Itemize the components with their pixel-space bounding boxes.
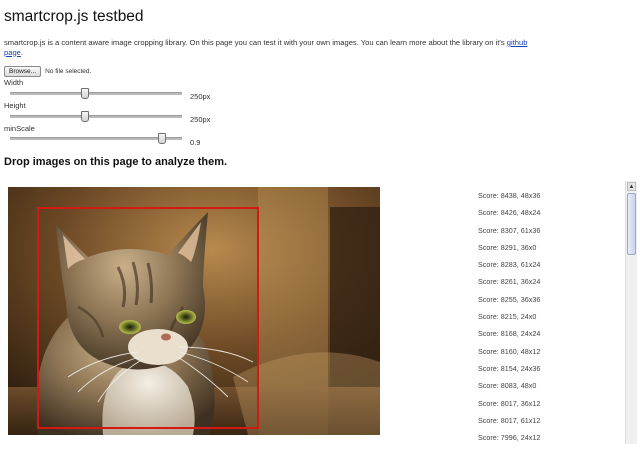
- browse-button[interactable]: Browse...: [4, 66, 42, 77]
- height-value: 250px: [190, 115, 211, 124]
- score-item: Score: 8438, 48x36: [478, 191, 541, 200]
- score-item: Score: 8255, 36x36: [478, 294, 541, 304]
- width-slider-thumb[interactable]: [81, 88, 89, 99]
- minscale-slider[interactable]: [10, 133, 182, 144]
- intro-end: .: [20, 47, 24, 57]
- score-item: Score: 8160, 48x12: [478, 346, 541, 356]
- score-list: Score: 8438, 48x36 Score: 8426, 48x24 Scor…: [478, 191, 540, 450]
- score-item: Score: 8426, 48x24: [478, 208, 541, 218]
- width-label: Width: [4, 78, 24, 87]
- file-input-row: Browse... No file selected.: [4, 66, 91, 77]
- intro-text: smartcrop.js is a content aware image cr…: [4, 38, 505, 47]
- minscale-slider-thumb[interactable]: [158, 133, 166, 144]
- file-status: No file selected.: [45, 68, 92, 75]
- score-item: Score: 8154, 24x36: [478, 363, 541, 373]
- score-item: Score: 8307, 61x36: [478, 225, 541, 235]
- score-item: Score: 8283, 61x24: [478, 260, 541, 270]
- score-item: Score: 8083, 48x0: [478, 381, 537, 391]
- minscale-label: minScale: [4, 124, 35, 133]
- width-slider[interactable]: [10, 88, 182, 99]
- height-slider-thumb[interactable]: [81, 111, 89, 122]
- score-item: Score: 8261, 36x24: [478, 277, 541, 287]
- scrollbar[interactable]: ▲: [625, 181, 637, 444]
- score-item: Score: 8168, 24x24: [478, 329, 541, 339]
- score-item: Score: 8017, 61x12: [478, 415, 541, 425]
- crop-rectangle: [37, 207, 259, 429]
- width-value: 250px: [190, 92, 211, 101]
- page-title: smartcrop.js testbed: [4, 8, 144, 25]
- drop-heading: Drop images on this page to analyze them…: [4, 156, 228, 168]
- chevron-up-icon[interactable]: ▲: [627, 182, 636, 191]
- intro-paragraph: smartcrop.js is a content aware image cr…: [4, 38, 544, 57]
- score-item: Score: 8215, 24x0: [478, 312, 537, 322]
- height-label: Height: [4, 101, 26, 110]
- scrollbar-thumb[interactable]: [627, 193, 636, 255]
- score-item: Score: 8017, 36x12: [478, 398, 541, 408]
- score-item: Score: 7996, 24x12: [478, 433, 541, 443]
- minscale-value: 0.9: [190, 138, 201, 147]
- height-slider[interactable]: [10, 111, 182, 122]
- score-item: Score: 8291, 36x0: [478, 242, 537, 252]
